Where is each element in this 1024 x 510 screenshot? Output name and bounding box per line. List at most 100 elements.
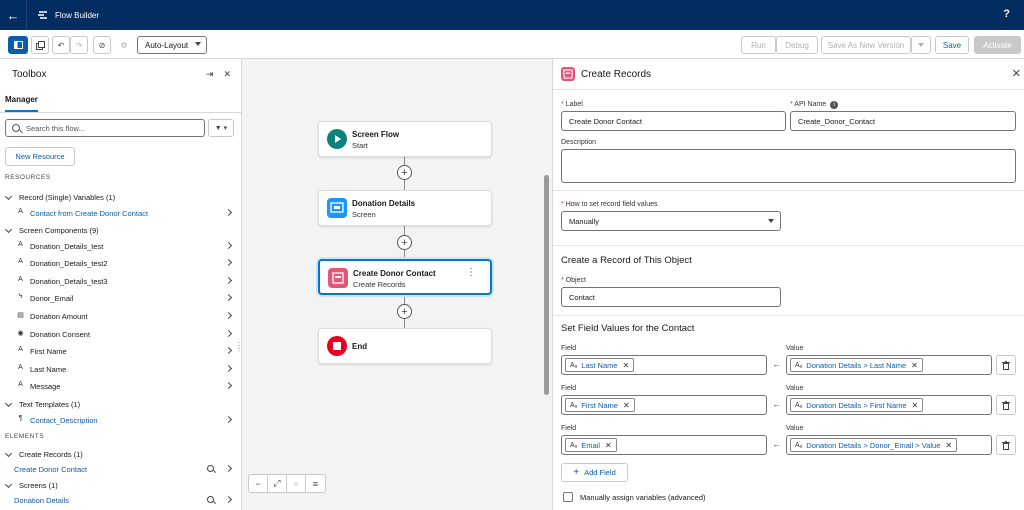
new-resource-button[interactable]: New Resource — [5, 147, 75, 166]
delete-row-button[interactable] — [996, 395, 1016, 415]
remove-icon[interactable]: ✕ — [605, 441, 612, 450]
node-donation-details[interactable]: Donation Details Screen — [318, 190, 492, 226]
chevron-right-icon — [224, 382, 233, 390]
zoom-out-button[interactable]: − — [249, 475, 268, 492]
value-combobox[interactable]: Aₐ Donation Details > Donor_Email > Value… — [786, 435, 992, 455]
resource-item[interactable]: A Donation_Details_test2 — [0, 255, 241, 272]
delete-row-button[interactable] — [996, 435, 1016, 455]
resource-item[interactable]: ¶ Contact_Description — [0, 412, 241, 429]
remove-icon[interactable]: ✕ — [623, 361, 630, 370]
run-button[interactable]: Run — [741, 36, 776, 54]
resource-item[interactable]: A Donation_Details_test — [0, 238, 241, 255]
remove-icon[interactable]: ✕ — [945, 441, 952, 450]
remove-icon[interactable]: ✕ — [911, 361, 918, 370]
save-options-button[interactable] — [911, 36, 931, 54]
save-button[interactable]: Save — [935, 36, 969, 54]
chevron-right-icon — [224, 415, 233, 423]
field-section-title: Set Field Values for the Contact — [561, 323, 695, 334]
add-element-button[interactable]: + — [397, 304, 412, 319]
search-icon[interactable] — [207, 465, 214, 472]
tab-manager[interactable]: Manager — [5, 95, 38, 112]
chevron-right-icon — [224, 495, 233, 504]
resource-group[interactable]: Screen Components (9) — [0, 222, 241, 239]
field-combobox[interactable]: Aₐ Last Name ✕ — [561, 355, 767, 375]
field-pill[interactable]: Aₐ Last Name ✕ — [565, 358, 635, 372]
resource-item-label: Donation_Details_test — [30, 241, 104, 251]
back-arrow-icon[interactable]: ← — [0, 0, 26, 30]
node-create-donor-contact[interactable]: Create Donor Contact Create Records ⋮ — [318, 259, 492, 295]
value-pill[interactable]: Aₐ Donation Details > First Name ✕ — [790, 398, 924, 412]
resize-handle[interactable]: ⋮⋮ — [235, 342, 241, 353]
manual-assign-checkbox[interactable] — [563, 492, 573, 502]
flow-builder-icon — [38, 11, 47, 19]
resource-item[interactable]: A Contact from Create Donor Contact — [0, 205, 241, 222]
resource-group[interactable]: Text Templates (1) — [0, 396, 241, 413]
node-end[interactable]: End — [318, 328, 492, 364]
errors-button[interactable]: ⊘ — [93, 36, 111, 54]
debug-button[interactable]: Debug — [776, 36, 818, 54]
redo-button[interactable]: ↷ — [70, 36, 88, 54]
close-icon[interactable]: ✕ — [1012, 67, 1021, 80]
help-icon[interactable]: ? — [1003, 8, 1010, 20]
save-as-button[interactable]: Save As New Version — [821, 36, 911, 54]
add-element-button[interactable]: + — [397, 165, 412, 180]
copy-button[interactable] — [31, 36, 49, 54]
toggle-toolbox-button[interactable] — [8, 36, 28, 54]
remove-icon[interactable]: ✕ — [623, 401, 630, 410]
chevron-right-icon — [224, 276, 233, 284]
panel-title: Create Records — [581, 69, 652, 80]
canvas-scrollbar[interactable] — [544, 175, 549, 395]
search-icon[interactable] — [207, 496, 214, 503]
value-combobox[interactable]: Aₐ Donation Details > First Name ✕ — [786, 395, 992, 415]
value-pill[interactable]: Aₐ Donation Details > Donor_Email > Value… — [790, 438, 958, 452]
manual-assign-row[interactable]: Manually assign variables (advanced) — [563, 492, 705, 502]
fit-view-button[interactable]: ⤢ — [268, 475, 287, 492]
value-pill[interactable]: Aₐ Donation Details > Last Name ✕ — [790, 358, 923, 372]
resource-item[interactable]: A Message — [0, 378, 241, 395]
undo-icon: ↶ — [57, 40, 65, 50]
description-textarea[interactable] — [561, 149, 1016, 183]
layout-select[interactable]: Auto-Layout — [137, 36, 207, 54]
api-name-input[interactable]: Create_Donor_Contact — [790, 111, 1016, 131]
value-combobox[interactable]: Aₐ Donation Details > Last Name ✕ — [786, 355, 992, 375]
close-icon[interactable]: ✕ — [223, 69, 231, 80]
add-element-button[interactable]: + — [397, 235, 412, 250]
field-pill[interactable]: Aₐ Email ✕ — [565, 438, 617, 452]
field-label: Field — [561, 425, 577, 432]
kebab-menu-icon[interactable]: ⋮ — [466, 268, 476, 278]
zoom-in-button[interactable]: + — [287, 475, 306, 492]
chevron-down-icon — [195, 42, 201, 46]
resource-item[interactable]: ◉ Donation Consent — [0, 326, 241, 343]
node-title: Screen Flow — [352, 130, 400, 139]
object-input[interactable]: Contact — [561, 287, 781, 307]
field-combobox[interactable]: Aₐ Email ✕ — [561, 435, 767, 455]
pin-icon[interactable]: ⇥ — [206, 69, 214, 80]
label-input[interactable]: Create Donor Contact — [561, 111, 786, 131]
resource-item[interactable]: A Donation_Details_test3 — [0, 273, 241, 290]
resource-item[interactable]: ▤ Donation Amount — [0, 308, 241, 325]
element-item-donation-details[interactable]: Donation Details — [0, 492, 241, 509]
search-icon — [12, 124, 20, 132]
undo-button[interactable]: ↶ — [52, 36, 70, 54]
chevron-right-icon — [224, 208, 233, 216]
delete-row-button[interactable] — [996, 355, 1016, 375]
ban-icon: ⊘ — [98, 40, 106, 50]
remove-icon[interactable]: ✕ — [912, 401, 919, 410]
search-input[interactable]: Search this flow... — [5, 119, 205, 137]
resource-item[interactable]: A Last Name — [0, 361, 241, 378]
resource-item[interactable]: A First Name — [0, 343, 241, 360]
filter-button[interactable]: ▼ ▾ — [208, 119, 234, 137]
layout-select-value: Auto-Layout — [145, 40, 189, 50]
field-combobox[interactable]: Aₐ First Name ✕ — [561, 395, 767, 415]
resource-group[interactable]: Record (Single) Variables (1) — [0, 189, 241, 206]
node-start[interactable]: Screen Flow Start — [318, 121, 492, 157]
resource-item[interactable]: ϟ Donor_Email — [0, 290, 241, 307]
element-item-create-donor-contact[interactable]: Create Donor Contact — [0, 461, 241, 478]
element-item-label: Donation Details — [14, 496, 70, 505]
settings-button[interactable]: ⚙ — [115, 36, 133, 54]
reset-view-button[interactable]: ≡ — [306, 475, 325, 492]
activate-button[interactable]: Activate — [974, 36, 1021, 54]
how-to-set-select[interactable]: Manually — [561, 211, 781, 231]
field-pill[interactable]: Aₐ First Name ✕ — [565, 398, 635, 412]
add-field-button[interactable]: + Add Field — [561, 463, 628, 482]
